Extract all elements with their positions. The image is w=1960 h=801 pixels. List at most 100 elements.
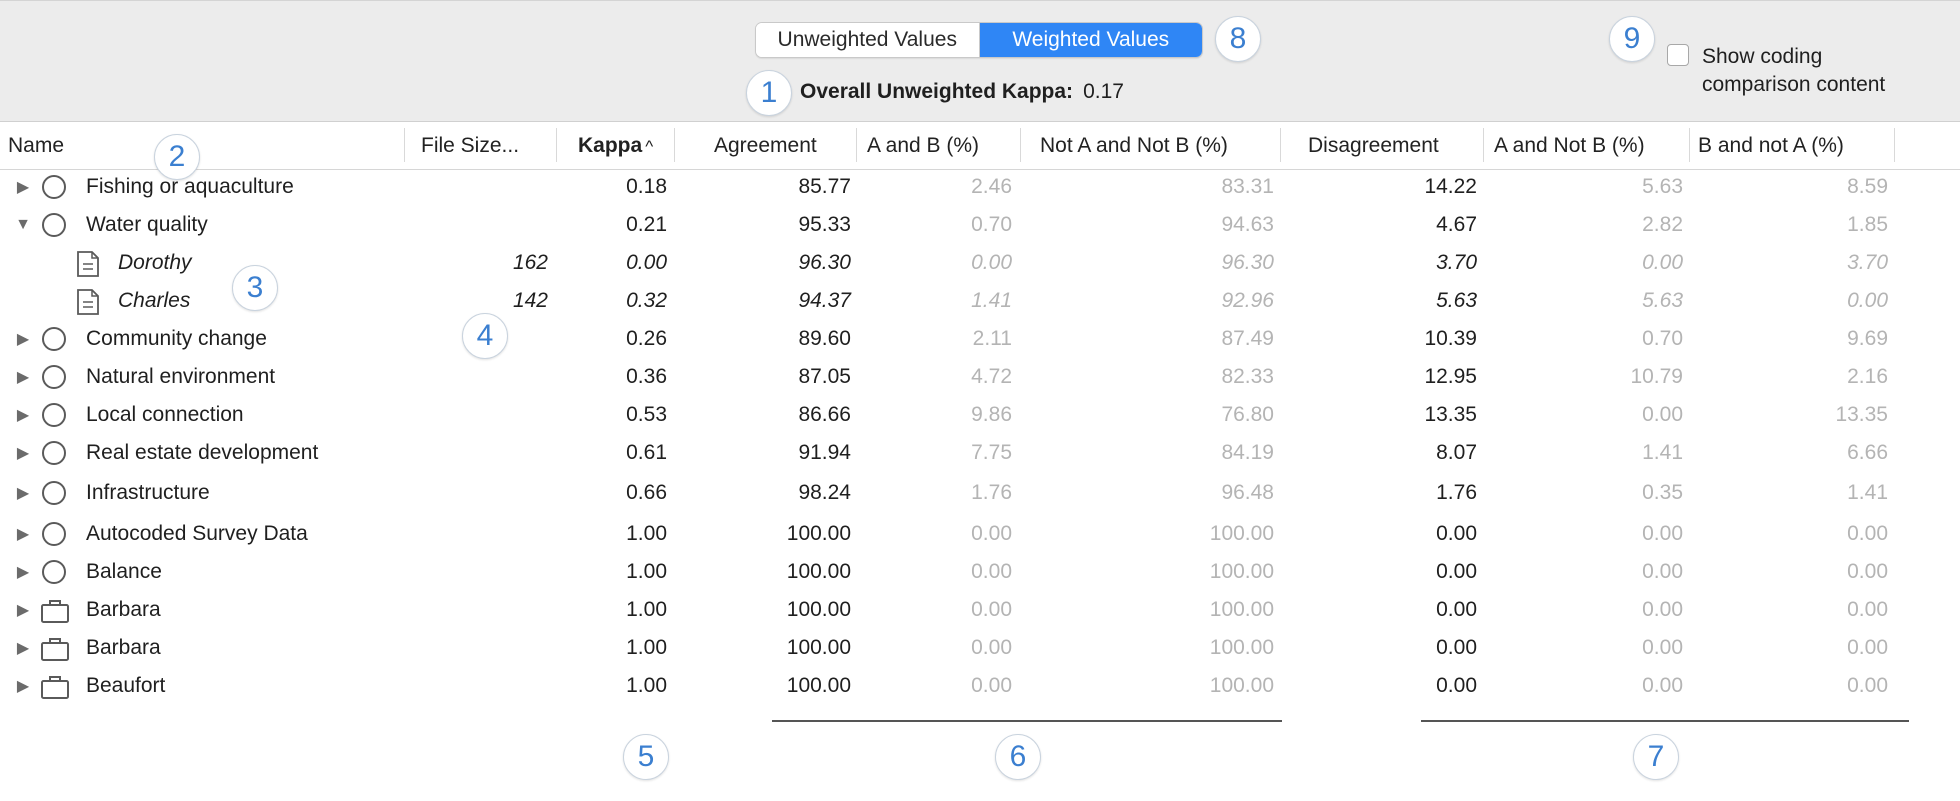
row-name: Barbara	[86, 598, 161, 621]
case-icon	[41, 600, 69, 623]
agreement-cell: 85.77	[798, 175, 851, 198]
a-and-b-cell: 9.86	[971, 403, 1012, 426]
kappa-cell: 0.66	[626, 481, 667, 504]
not-a-and-not-b-cell: 82.33	[1221, 365, 1274, 388]
disclosure-collapsed-icon[interactable]: ▶	[13, 553, 33, 591]
column-divider[interactable]	[674, 128, 675, 162]
agreement-cell: 100.00	[786, 636, 851, 659]
column-divider[interactable]	[1483, 128, 1484, 162]
disclosure-collapsed-icon[interactable]: ▶	[13, 358, 33, 396]
table-row[interactable]: ▶ Infrastructure 0.66 98.24 1.76 96.48 1.76 0.3…	[0, 474, 1960, 512]
column-header-b-and-not-a[interactable]: B and not A (%)	[1698, 122, 1844, 169]
table-row[interactable]: ▶ Beaufort 1.00 100.00 0.00 100.00 0.00 0.00 0.0…	[0, 667, 1960, 705]
a-and-b-cell: 1.41	[971, 289, 1012, 312]
column-header-name[interactable]: Name	[8, 122, 64, 169]
table-row[interactable]: ▶ Balance 1.00 100.00 0.00 100.00 0.00 0.00 0.00	[0, 553, 1960, 591]
column-header-kappa[interactable]: Kappa ^	[578, 122, 653, 169]
column-header-agreement[interactable]: Agreement	[714, 122, 817, 169]
disclosure-collapsed-icon[interactable]: ▶	[13, 474, 33, 512]
a-and-b-cell: 0.00	[971, 636, 1012, 659]
callout-7: 7	[1633, 734, 1679, 780]
b-and-not-a-cell: 6.66	[1847, 441, 1888, 464]
row-name: Local connection	[86, 403, 244, 426]
document-icon	[77, 289, 99, 315]
disclosure-collapsed-icon[interactable]: ▶	[13, 434, 33, 472]
agreement-cell: 87.05	[798, 365, 851, 388]
column-header-a-and-not-b[interactable]: A and Not B (%)	[1494, 122, 1645, 169]
node-circle-icon	[42, 522, 66, 546]
column-header-not-a-and-not-b[interactable]: Not A and Not B (%)	[1040, 122, 1228, 169]
b-and-not-a-cell: 2.16	[1847, 365, 1888, 388]
column-header-a-and-b[interactable]: A and B (%)	[867, 122, 979, 169]
kappa-cell: 0.32	[626, 289, 667, 312]
b-and-not-a-cell: 1.41	[1847, 481, 1888, 504]
disclosure-collapsed-icon[interactable]: ▶	[13, 515, 33, 553]
table-header: Name File Size... Kappa ^ Agreement A and…	[0, 121, 1960, 170]
row-name: Autocoded Survey Data	[86, 522, 308, 545]
disclosure-expanded-icon[interactable]: ▼	[13, 206, 33, 244]
not-a-and-not-b-cell: 96.30	[1221, 251, 1274, 274]
table-row[interactable]: ▶ Natural environment 0.36 87.05 4.72 82.33 12…	[0, 358, 1960, 396]
disclosure-collapsed-icon[interactable]: ▶	[13, 667, 33, 705]
node-circle-icon	[42, 175, 66, 199]
callout-1: 1	[746, 70, 792, 116]
table-row[interactable]: ▶ Community change 0.26 89.60 2.11 87.49 10.39…	[0, 320, 1960, 358]
a-and-not-b-cell: 0.00	[1642, 598, 1683, 621]
b-and-not-a-cell: 0.00	[1847, 289, 1888, 312]
show-content-label: Show coding comparison content	[1702, 45, 1886, 96]
not-a-and-not-b-cell: 100.00	[1209, 598, 1274, 621]
a-and-not-b-cell: 5.63	[1642, 289, 1683, 312]
overall-kappa-value: 0.17	[1083, 80, 1124, 103]
kappa-cell: 1.00	[626, 522, 667, 545]
show-content-option[interactable]: Show coding comparison content	[1667, 43, 1902, 99]
not-a-and-not-b-cell: 100.00	[1209, 674, 1274, 697]
b-and-not-a-cell: 0.00	[1847, 598, 1888, 621]
table-row[interactable]: ▼ Water quality 0.21 95.33 0.70 94.63 4.67 2.82…	[0, 206, 1960, 244]
table-row[interactable]: Dorothy 162 0.00 96.30 0.00 96.30 3.70 0.00 3.70	[0, 244, 1960, 282]
a-and-not-b-cell: 5.63	[1642, 175, 1683, 198]
table-row[interactable]: ▶ Autocoded Survey Data 1.00 100.00 0.00 100.…	[0, 515, 1960, 553]
b-and-not-a-cell: 0.00	[1847, 674, 1888, 697]
column-header-disagreement[interactable]: Disagreement	[1308, 122, 1439, 169]
a-and-b-cell: 0.00	[971, 522, 1012, 545]
column-divider[interactable]	[404, 128, 405, 162]
disclosure-collapsed-icon[interactable]: ▶	[13, 168, 33, 206]
column-divider[interactable]	[1689, 128, 1690, 162]
column-divider[interactable]	[856, 128, 857, 162]
unweighted-values-button[interactable]: Unweighted Values	[756, 23, 980, 57]
table-row[interactable]: ▶ Barbara 1.00 100.00 0.00 100.00 0.00 0.00 0.00	[0, 591, 1960, 629]
show-content-checkbox[interactable]	[1667, 44, 1689, 66]
weighted-values-button[interactable]: Weighted Values	[979, 23, 1202, 57]
node-circle-icon	[42, 403, 66, 427]
column-header-file-size[interactable]: File Size...	[421, 122, 519, 169]
disclosure-collapsed-icon[interactable]: ▶	[13, 320, 33, 358]
kappa-cell: 0.53	[626, 403, 667, 426]
column-divider[interactable]	[556, 128, 557, 162]
table-row[interactable]: ▶ Barbara 1.00 100.00 0.00 100.00 0.00 0.00 0.00	[0, 629, 1960, 667]
disclosure-collapsed-icon[interactable]: ▶	[13, 591, 33, 629]
disclosure-collapsed-icon[interactable]: ▶	[13, 396, 33, 434]
agreement-cell: 100.00	[786, 522, 851, 545]
a-and-b-cell: 0.00	[971, 598, 1012, 621]
column-divider[interactable]	[1280, 128, 1281, 162]
kappa-cell: 1.00	[626, 674, 667, 697]
column-divider[interactable]	[1894, 128, 1895, 162]
disagreement-cell: 5.63	[1436, 289, 1477, 312]
table-row[interactable]: Charles 142 0.32 94.37 1.41 92.96 5.63 5.63 0.00	[0, 282, 1960, 320]
comparison-toolbar: Unweighted Values Weighted Values Overal…	[0, 0, 1960, 122]
callout-3: 3	[232, 265, 278, 311]
kappa-cell: 0.26	[626, 327, 667, 350]
a-and-not-b-cell: 0.35	[1642, 481, 1683, 504]
agreement-cell: 100.00	[786, 674, 851, 697]
not-a-and-not-b-cell: 96.48	[1221, 481, 1274, 504]
table-row[interactable]: ▶ Real estate development 0.61 91.94 7.75 84.…	[0, 434, 1960, 472]
column-divider[interactable]	[1020, 128, 1021, 162]
document-icon	[77, 251, 99, 277]
not-a-and-not-b-cell: 84.19	[1221, 441, 1274, 464]
a-and-b-cell: 0.00	[971, 560, 1012, 583]
table-row[interactable]: ▶ Fishing or aquaculture 0.18 85.77 2.46 83.3…	[0, 168, 1960, 206]
a-and-b-cell: 0.70	[971, 213, 1012, 236]
disclosure-collapsed-icon[interactable]: ▶	[13, 629, 33, 667]
table-row[interactable]: ▶ Local connection 0.53 86.66 9.86 76.80 13.35…	[0, 396, 1960, 434]
a-and-b-cell: 1.76	[971, 481, 1012, 504]
